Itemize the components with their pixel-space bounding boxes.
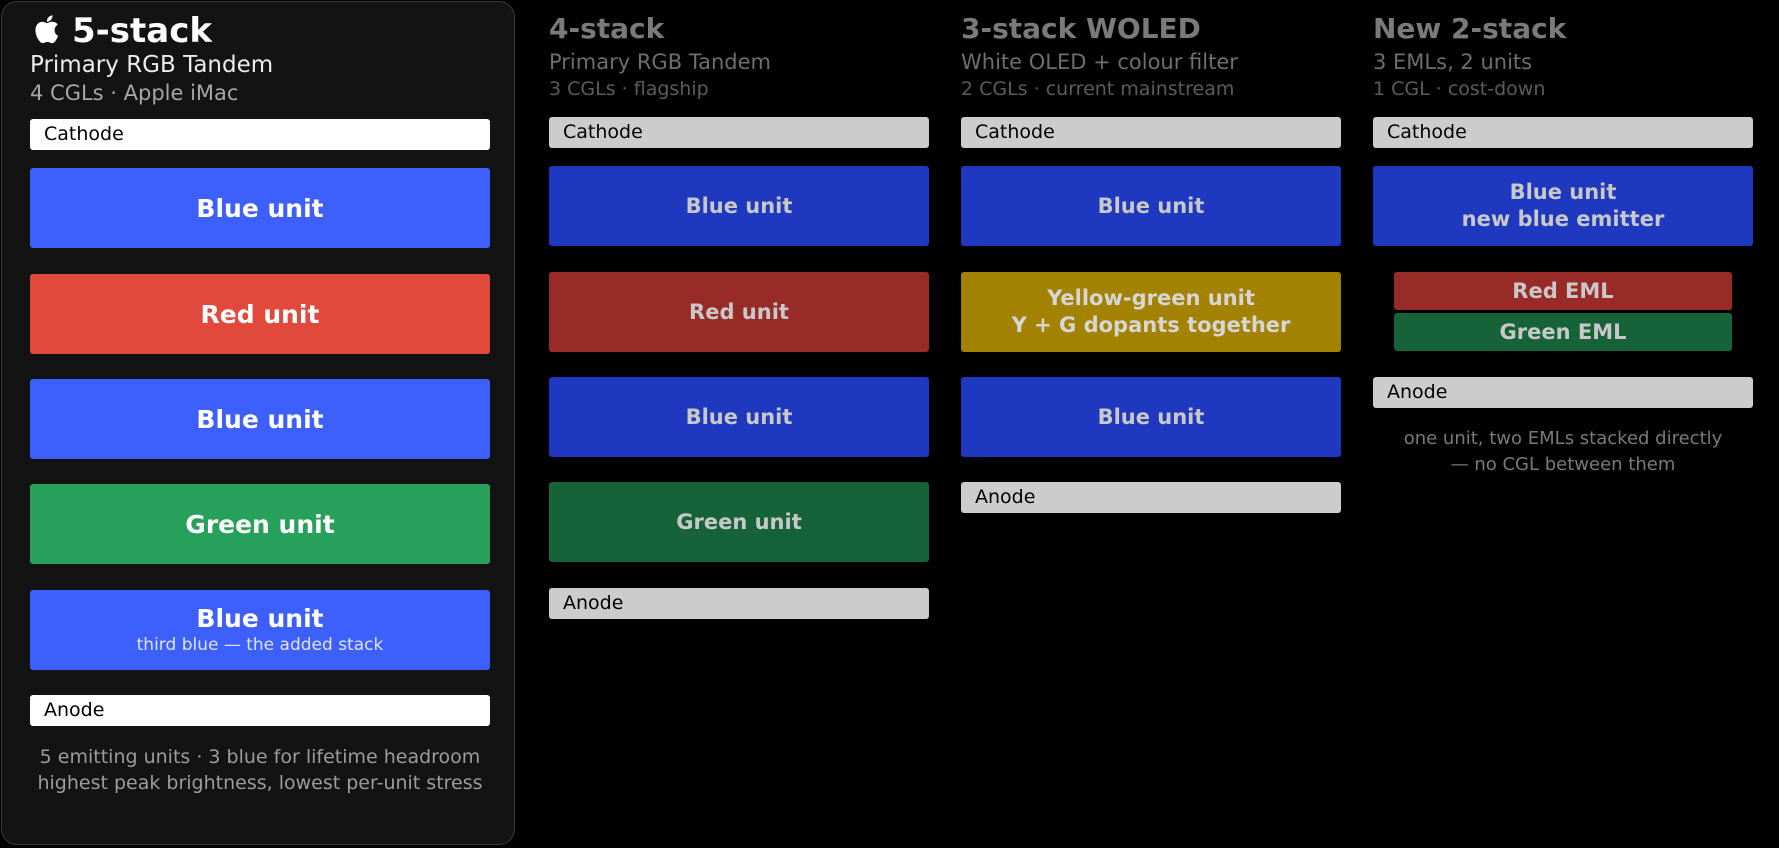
stack-subtitle: 3 EMLs, 2 units — [1373, 50, 1533, 74]
green-unit-layer: Green unit — [30, 484, 490, 564]
stack-note: one unit, two EMLs stacked directly — no… — [1403, 428, 1723, 475]
yellow-green-unit-layer: Yellow-green unit Y + G dopants together — [961, 272, 1341, 352]
stack-meta: 1 CGL · cost-down — [1373, 78, 1546, 100]
stack-title: 5-stack — [30, 11, 212, 55]
anode-layer: Anode — [961, 482, 1341, 513]
stack-title: 3-stack WOLED — [961, 12, 1201, 45]
red-eml-layer: Red EML — [1394, 272, 1732, 310]
stack-meta: 3 CGLs · flagship — [549, 78, 709, 100]
blue-unit-layer: Blue unit — [30, 379, 490, 459]
stack-title: 4-stack — [549, 12, 665, 45]
stack-note: 5 emitting units · 3 blue for lifetime h… — [37, 746, 483, 794]
red-unit-layer: Red unit — [30, 274, 490, 354]
stack-meta: 2 CGLs · current mainstream — [961, 78, 1235, 100]
red-unit-layer: Red unit — [549, 272, 929, 352]
anode-layer: Anode — [30, 695, 490, 726]
unit-sublabel: third blue — the added stack — [136, 635, 384, 655]
green-eml-layer: Green EML — [1394, 313, 1732, 351]
blue-unit-layer: Blue unit — [549, 166, 929, 246]
stack-column-new-2-stack: New 2-stack 3 EMLs, 2 units 1 CGL · cost… — [1373, 0, 1753, 846]
stack-meta: 4 CGLs · Apple iMac — [30, 81, 239, 105]
blue-unit-layer: Blue unit — [961, 166, 1341, 246]
stack-column-3-stack-woled: 3-stack WOLED White OLED + colour filter… — [961, 0, 1341, 846]
cathode-layer: Cathode — [1373, 117, 1753, 148]
blue-unit-layer: Blue unit new blue emitter — [1373, 166, 1753, 246]
green-unit-layer: Green unit — [549, 482, 929, 562]
apple-logo-icon — [30, 12, 60, 55]
stack-subtitle: White OLED + colour filter — [961, 50, 1238, 74]
blue-unit-layer: Blue unit — [30, 168, 490, 248]
blue-unit-layer: Blue unit third blue — the added stack — [30, 590, 490, 670]
stack-column-4-stack: 4-stack Primary RGB Tandem 3 CGLs · flag… — [549, 0, 929, 846]
cathode-layer: Cathode — [549, 117, 929, 148]
stack-title: New 2-stack — [1373, 12, 1567, 45]
blue-unit-layer: Blue unit — [961, 377, 1341, 457]
stack-subtitle: Primary RGB Tandem — [549, 50, 772, 74]
stack-subtitle: Primary RGB Tandem — [30, 52, 274, 78]
anode-layer: Anode — [549, 588, 929, 619]
blue-unit-layer: Blue unit — [549, 377, 929, 457]
cathode-layer: Cathode — [30, 119, 490, 150]
cathode-layer: Cathode — [961, 117, 1341, 148]
anode-layer: Anode — [1373, 377, 1753, 408]
stack-card-5-stack: 5-stack Primary RGB Tandem 4 CGLs · Appl… — [1, 1, 515, 845]
